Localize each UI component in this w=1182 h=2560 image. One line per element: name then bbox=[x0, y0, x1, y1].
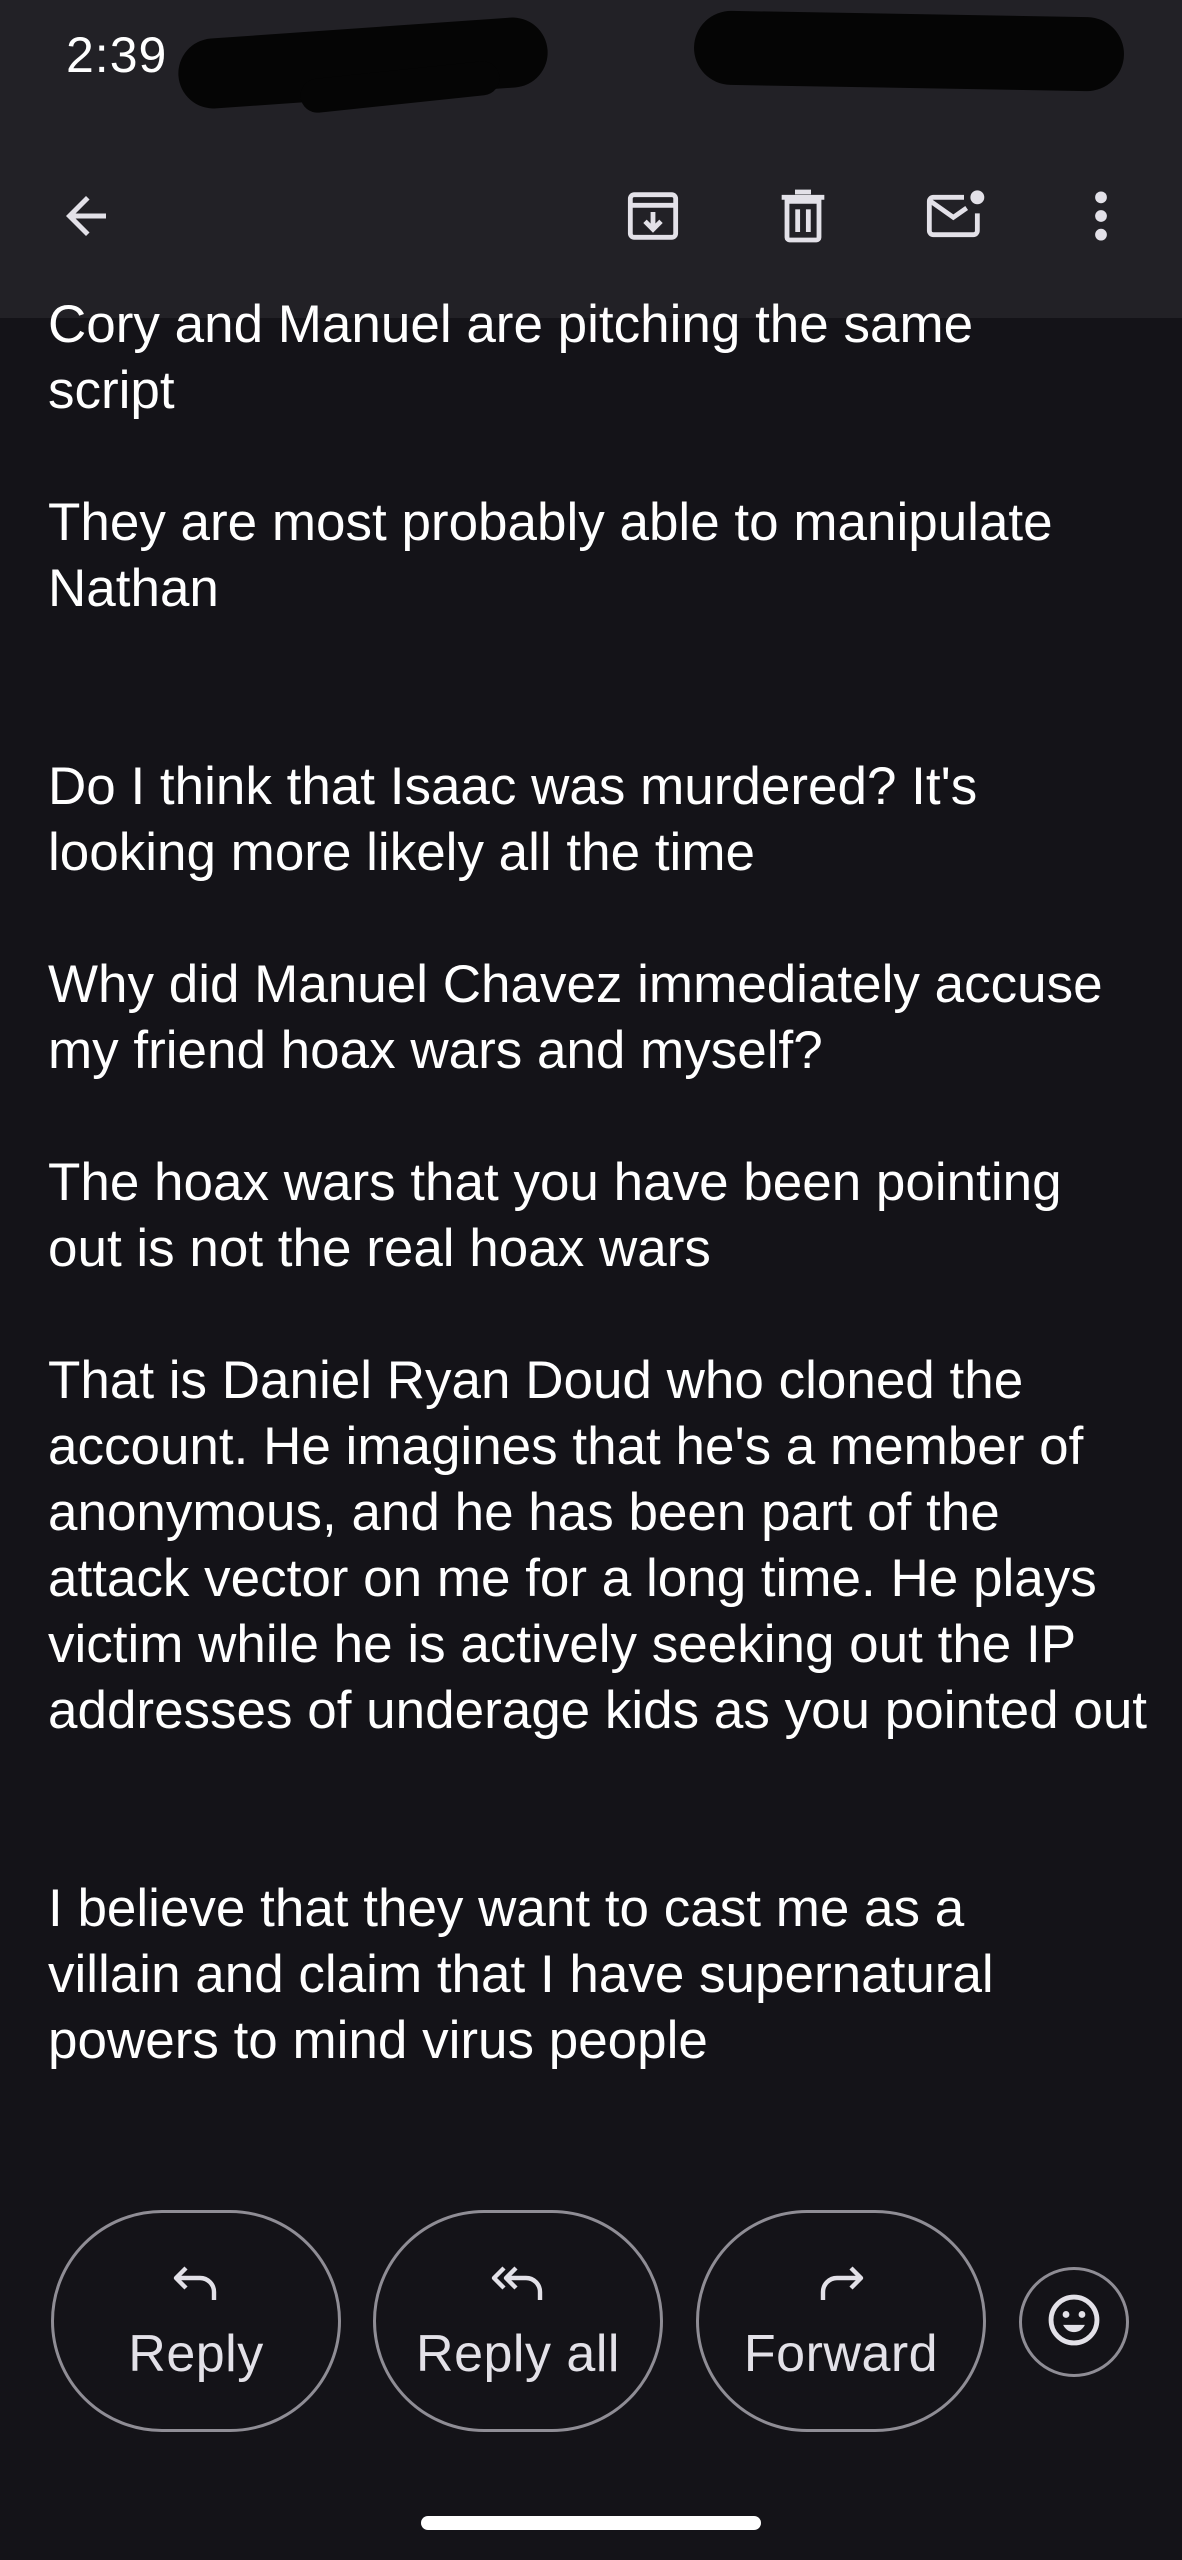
reply-label: Reply bbox=[128, 2325, 264, 2383]
mark-unread-button[interactable] bbox=[908, 168, 1004, 264]
message-actions: Reply Reply all Forward bbox=[0, 2150, 1182, 2490]
email-paragraph: The hoax wars that you have been pointin… bbox=[48, 1153, 1062, 1278]
more-vert-icon bbox=[1081, 184, 1121, 248]
more-options-button[interactable] bbox=[1053, 168, 1149, 264]
forward-button[interactable]: Forward bbox=[696, 2210, 986, 2432]
email-paragraph: Do I think that Isaac was murdered? It's… bbox=[48, 757, 978, 882]
email-screen: 2:39 Cory and Manuel are pitching the sa… bbox=[0, 0, 1182, 2560]
redaction-mark bbox=[693, 10, 1125, 92]
reply-all-label: Reply all bbox=[416, 2325, 620, 2383]
email-paragraph: Cory and Manuel are pitching the same sc… bbox=[48, 300, 974, 420]
reply-all-icon bbox=[488, 2258, 548, 2310]
email-paragraph: They are most probably able to manipulat… bbox=[48, 493, 1053, 618]
email-paragraph: I believe that they want to cast me as a… bbox=[48, 1879, 994, 2070]
emoji-reaction-button[interactable] bbox=[1019, 2267, 1129, 2377]
archive-button[interactable] bbox=[605, 168, 701, 264]
forward-icon bbox=[815, 2258, 867, 2310]
reply-icon bbox=[170, 2258, 222, 2310]
forward-label: Forward bbox=[743, 2325, 939, 2383]
back-button[interactable] bbox=[38, 168, 134, 264]
status-time: 2:39 bbox=[66, 27, 168, 83]
trash-icon bbox=[771, 184, 835, 248]
reply-all-button[interactable]: Reply all bbox=[373, 2210, 663, 2432]
smiley-icon bbox=[1045, 2291, 1103, 2354]
delete-button[interactable] bbox=[755, 168, 851, 264]
status-bar: 2:39 bbox=[0, 0, 1182, 120]
reply-button[interactable]: Reply bbox=[51, 2210, 341, 2432]
home-indicator[interactable] bbox=[421, 2516, 761, 2530]
email-body: Cory and Manuel are pitching the same sc… bbox=[48, 300, 1148, 2150]
email-paragraph: That is Daniel Ryan Doud who cloned the … bbox=[48, 1351, 1148, 1740]
arrow-left-icon bbox=[56, 186, 116, 246]
email-paragraph: Why did Manuel Chavez immediately accuse… bbox=[48, 955, 1103, 1080]
archive-icon bbox=[621, 184, 685, 248]
top-app-bar bbox=[0, 120, 1182, 318]
mail-unread-icon bbox=[921, 184, 991, 248]
